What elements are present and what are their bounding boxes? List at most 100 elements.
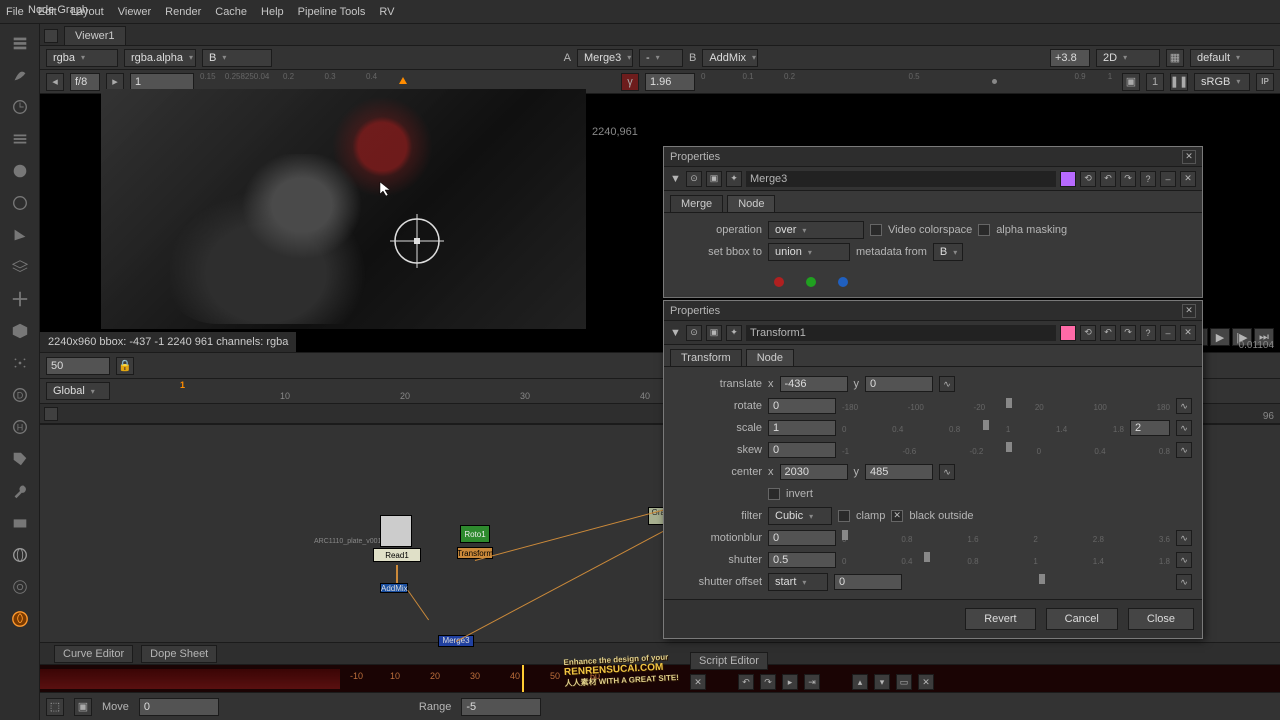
tab-node[interactable]: Node [727,195,775,212]
channel-select[interactable]: rgba▾ [46,49,118,67]
step-fwd-icon[interactable]: ▸ [106,73,124,91]
skew-slider[interactable]: -1-0.6-0.200.40.8 [842,442,1170,458]
grid-icon[interactable]: ▦ [1166,49,1184,67]
toolbar-stack-icon[interactable] [9,32,31,54]
key-icon[interactable]: ⬚ [46,698,64,716]
dope-playhead[interactable] [522,665,524,692]
node-read[interactable]: Read1 [373,548,421,562]
shutteroffset-select[interactable]: start▾ [768,573,828,591]
shutteroffset-field[interactable]: 0 [834,574,902,590]
step-back-icon[interactable]: ◂ [46,73,64,91]
input-select[interactable]: B▾ [202,49,272,67]
viewer-tab[interactable]: Viewer1 [64,26,126,45]
alpha-masking-checkbox[interactable] [978,224,990,236]
invert-checkbox[interactable] [768,488,780,500]
close-node-icon[interactable]: ✕ [1180,325,1196,341]
node-color-icon[interactable] [1060,171,1076,187]
key-all-icon[interactable]: ▣ [74,698,92,716]
undo-icon[interactable]: ↶ [1100,325,1116,341]
folder-icon[interactable] [9,512,31,534]
scale-link-button[interactable]: 2 [1130,420,1170,436]
bits-field[interactable]: 1 [1146,73,1164,91]
revert-icon[interactable]: ⟲ [1080,171,1096,187]
arrow-down-icon[interactable] [9,224,31,246]
anim-icon[interactable]: ∿ [1176,552,1192,568]
pause-icon[interactable]: ❚❚ [1170,73,1188,91]
gamma-toggle-icon[interactable]: γ [621,73,639,91]
cube-icon[interactable] [9,320,31,342]
redo-icon[interactable]: ↷ [1120,171,1136,187]
wrench-icon[interactable] [9,480,31,502]
d-icon[interactable]: D [9,384,31,406]
script-down-icon[interactable]: ▾ [874,674,890,690]
menu-render[interactable]: Render [165,6,201,18]
gain-field[interactable]: 1 [130,73,194,91]
collapse-icon[interactable]: ▼ [670,327,682,339]
anim-icon[interactable]: ∿ [1176,398,1192,414]
scale-field[interactable]: 1 [768,420,836,436]
node-addmix[interactable]: AddMix [380,583,408,593]
close-icon[interactable]: ✕ [1182,150,1196,164]
tab-transform[interactable]: Transform [670,349,742,366]
scale-slider[interactable]: 00.40.811.41.8 [842,420,1124,436]
center-x-field[interactable]: 2030 [780,464,848,480]
tab-merge[interactable]: Merge [670,195,723,212]
camera-icon[interactable]: ▣ [706,325,722,341]
ip-icon[interactable]: IP [1256,73,1274,91]
bars-icon[interactable] [9,128,31,150]
lock-icon[interactable]: 🔒 [116,357,134,375]
range-field[interactable]: -5 [461,698,541,716]
script-exec-icon[interactable]: ⇥ [804,674,820,690]
center-node-icon[interactable]: ⊙ [686,325,702,341]
help-icon[interactable]: ? [1140,325,1156,341]
menu-rv[interactable]: RV [379,6,394,18]
tab-dope-sheet[interactable]: Dope Sheet [141,645,217,663]
menu-pipeline[interactable]: Pipeline Tools [298,6,366,18]
globe-icon[interactable] [9,544,31,566]
script-wide-icon[interactable]: ▭ [896,674,912,690]
transform-handle-icon[interactable] [390,214,444,268]
2d-mode-select[interactable]: 2D▾ [1096,49,1160,67]
anim-icon[interactable]: ∿ [1176,574,1192,590]
blackoutside-checkbox[interactable] [891,510,903,522]
pane-handle-icon[interactable] [44,407,58,421]
menu-help[interactable]: Help [261,6,284,18]
frame-field[interactable]: 50 [46,357,110,375]
b-input-select[interactable]: AddMix▾ [702,49,758,67]
playhead[interactable]: 1 [180,380,185,390]
wipe-select[interactable]: -▾ [639,49,683,67]
rotate-slider[interactable]: -180-100-2020100180 [842,398,1170,414]
clock-icon[interactable] [9,96,31,118]
anim-icon[interactable]: ∿ [939,464,955,480]
undo-icon[interactable]: ↶ [1100,171,1116,187]
translate-x-field[interactable]: -436 [780,376,848,392]
close-button[interactable]: Close [1128,608,1194,630]
layer-select[interactable]: rgba.alpha▾ [124,49,196,67]
metadata-select[interactable]: B▾ [933,243,963,261]
anim-icon[interactable]: ∿ [1176,530,1192,546]
minimize-icon[interactable]: – [1160,171,1176,187]
layers-icon[interactable] [9,256,31,278]
node-name-field[interactable]: Merge3 [746,171,1056,187]
a-input-select[interactable]: Merge3▾ [577,49,633,67]
gamma-slider[interactable]: 0 0.1 0.2 0.5 0.9 1 [701,73,1116,91]
redo-icon[interactable]: ↷ [1120,325,1136,341]
anim-icon[interactable]: ∿ [939,376,955,392]
collapse-icon[interactable]: ▼ [670,173,682,185]
ev-field[interactable]: +3.8 [1050,49,1090,67]
script-redo-icon[interactable]: ↷ [760,674,776,690]
node-roto[interactable]: Roto1 [460,525,490,543]
proxy-icon[interactable]: ▣ [1122,73,1140,91]
camera-icon[interactable]: ▣ [706,171,722,187]
center-y-field[interactable]: 485 [865,464,933,480]
lut-select[interactable]: default▾ [1190,49,1274,67]
clamp-checkbox[interactable] [838,510,850,522]
tab-script-editor[interactable]: Script Editor [690,652,768,670]
particles-icon[interactable] [9,352,31,374]
shutter-slider[interactable]: 00.40.811.41.8 [842,552,1170,568]
close-node-icon[interactable]: ✕ [1180,171,1196,187]
node-read-thumb[interactable] [380,515,412,547]
translate-y-field[interactable]: 0 [865,376,933,392]
sphere-icon[interactable] [9,160,31,182]
script-close-icon[interactable]: ✕ [690,674,706,690]
